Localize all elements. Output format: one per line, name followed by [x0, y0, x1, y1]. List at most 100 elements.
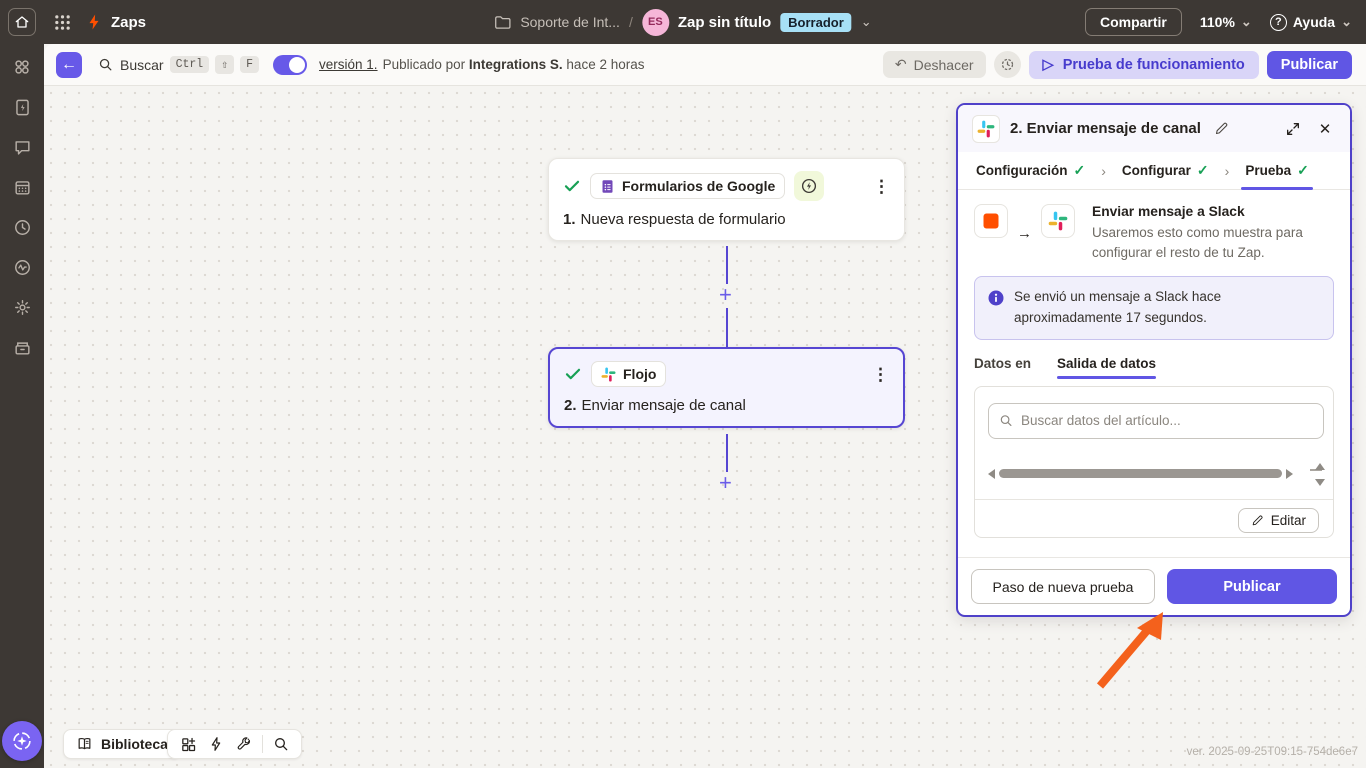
kebab-menu-icon[interactable]: ⋮ [873, 178, 890, 195]
zaps-logo[interactable]: Zaps [85, 13, 146, 31]
avatar[interactable]: ES [642, 9, 669, 36]
trigger-tool-button[interactable] [202, 730, 230, 758]
sidebar-item-interfaces[interactable] [11, 136, 33, 158]
canvas-search[interactable]: Buscar [98, 57, 164, 73]
data-search-input[interactable] [1021, 413, 1313, 428]
lightning-bolt-icon [85, 13, 103, 31]
sidebar-item-monitoring[interactable] [11, 256, 33, 278]
history-button[interactable] [994, 51, 1021, 78]
version-toggle[interactable] [273, 55, 307, 75]
app-pill-slack[interactable]: Flojo [591, 361, 666, 387]
published-by: Publicado por [383, 57, 466, 72]
gear-icon [13, 298, 32, 317]
data-output-card: Editar [974, 386, 1334, 538]
step-title: 2.Enviar mensaje de canal [564, 397, 889, 414]
share-button[interactable]: Compartir [1085, 8, 1182, 36]
divider [262, 735, 263, 753]
sidebar-item-history[interactable] [11, 216, 33, 238]
home-button[interactable] [8, 8, 36, 36]
book-icon [76, 736, 93, 752]
sidebar-item-zaps[interactable] [11, 56, 33, 78]
tools-button[interactable] [230, 730, 258, 758]
retest-step-button[interactable]: Paso de nueva prueba [971, 569, 1155, 604]
add-node-button[interactable] [174, 730, 202, 758]
app-pill-google-forms[interactable]: Formularios de Google [590, 173, 785, 199]
canvas-search-button[interactable] [267, 730, 295, 758]
drawers-icon [13, 338, 32, 357]
app-switcher-button[interactable] [54, 14, 71, 31]
tab-datos-en[interactable]: Datos en [974, 356, 1031, 379]
panel-footer: Paso de nueva prueba Publicar [958, 557, 1350, 615]
add-step-button[interactable]: + [719, 472, 732, 494]
help-menu[interactable]: ? Ayuda ⌄ [1270, 14, 1352, 31]
tab-configurar[interactable]: Configurar ✓ [1118, 152, 1213, 189]
zoom-level: 110% [1200, 14, 1235, 30]
version-link[interactable]: versión 1. [319, 57, 378, 72]
publish-button-toolbar[interactable]: Publicar [1267, 51, 1352, 79]
sidebar-item-tables[interactable] [11, 176, 33, 198]
tab-salida-de-datos[interactable]: Salida de datos [1057, 356, 1156, 379]
folder-icon [494, 15, 511, 30]
horizontal-scrollbar[interactable] [988, 469, 1293, 479]
zap-title[interactable]: Zap sin título [678, 14, 771, 31]
check-icon: ✓ [1074, 162, 1086, 179]
scroll-left-icon[interactable] [988, 469, 995, 479]
copilot-sparkle-icon [11, 730, 33, 752]
sidebar-item-templates[interactable] [11, 96, 33, 118]
scrollbar-thumb[interactable] [999, 469, 1282, 478]
key-f: F [240, 56, 259, 73]
undo-button[interactable]: ↶ Deshacer [883, 51, 986, 78]
tab-configuracion[interactable]: Configuración ✓ [972, 152, 1089, 189]
info-icon [987, 289, 1005, 307]
breadcrumb-folder[interactable]: Soporte de Int... [520, 14, 620, 30]
panel-step-tabs: Configuración ✓ › Configurar ✓ › Prueba … [958, 152, 1350, 190]
scroll-right-icon[interactable] [1286, 469, 1293, 479]
publish-button-panel[interactable]: Publicar [1167, 569, 1337, 604]
step-card-1[interactable]: Formularios de Google ⋮ 1.Nueva respuest… [548, 158, 905, 241]
pencil-icon [1251, 514, 1264, 527]
pulse-icon [13, 258, 32, 277]
close-panel-button[interactable]: ✕ [1314, 118, 1336, 140]
test-run-button[interactable]: ▷ Prueba de funcionamiento [1029, 51, 1259, 79]
home-icon [14, 14, 30, 30]
tab-prueba[interactable]: Prueba ✓ [1241, 152, 1313, 189]
copilot-button[interactable] [2, 721, 42, 761]
instant-trigger-button[interactable] [794, 171, 824, 201]
step-title: 1.Nueva respuesta de formulario [563, 211, 890, 228]
add-step-button[interactable]: + [719, 284, 732, 306]
sidebar-item-settings[interactable] [11, 296, 33, 318]
scroll-down-icon[interactable] [1315, 479, 1325, 486]
slack-icon [1048, 211, 1068, 231]
arrow-right-icon: → [1017, 225, 1032, 242]
slack-icon [977, 120, 995, 138]
back-button[interactable]: ← [56, 52, 82, 78]
pencil-icon [1214, 121, 1229, 136]
edit-button[interactable]: Editar [1238, 508, 1319, 533]
sidebar-item-storage[interactable] [11, 336, 33, 358]
chevron-down-icon: ⌄ [1341, 14, 1352, 30]
chevron-down-icon[interactable]: ⌄ [861, 14, 872, 30]
library-button[interactable]: Biblioteca [63, 729, 181, 759]
apps-grid-icon [54, 14, 71, 31]
connector-line [726, 246, 728, 284]
data-tabs: Datos en Salida de datos [974, 356, 1334, 380]
check-icon [563, 177, 581, 195]
kebab-menu-icon[interactable]: ⋮ [872, 366, 889, 383]
vertical-scrollbar[interactable] [1315, 463, 1325, 486]
step-name: Nueva respuesta de formulario [581, 211, 786, 228]
key-shift: ⇧ [215, 55, 234, 74]
play-icon: ▷ [1043, 57, 1054, 73]
panel-title: 2. Enviar mensaje de canal [1010, 120, 1201, 137]
check-icon: ✓ [1297, 162, 1309, 179]
step-card-2[interactable]: Flojo ⋮ 2.Enviar mensaje de canal [548, 347, 905, 428]
undo-icon: ↶ [895, 56, 907, 73]
scroll-up-icon[interactable] [1315, 463, 1325, 470]
app-title: Zaps [111, 14, 146, 31]
rename-step-button[interactable] [1211, 118, 1233, 140]
help-label: Ayuda [1293, 14, 1335, 30]
published-text: Publicado por Integrations S. hace 2 hor… [383, 57, 645, 72]
expand-panel-button[interactable] [1282, 118, 1304, 140]
zoom-level-control[interactable]: 110% ⌄ [1200, 14, 1252, 30]
library-label: Biblioteca [101, 736, 168, 752]
table-icon [13, 178, 32, 197]
